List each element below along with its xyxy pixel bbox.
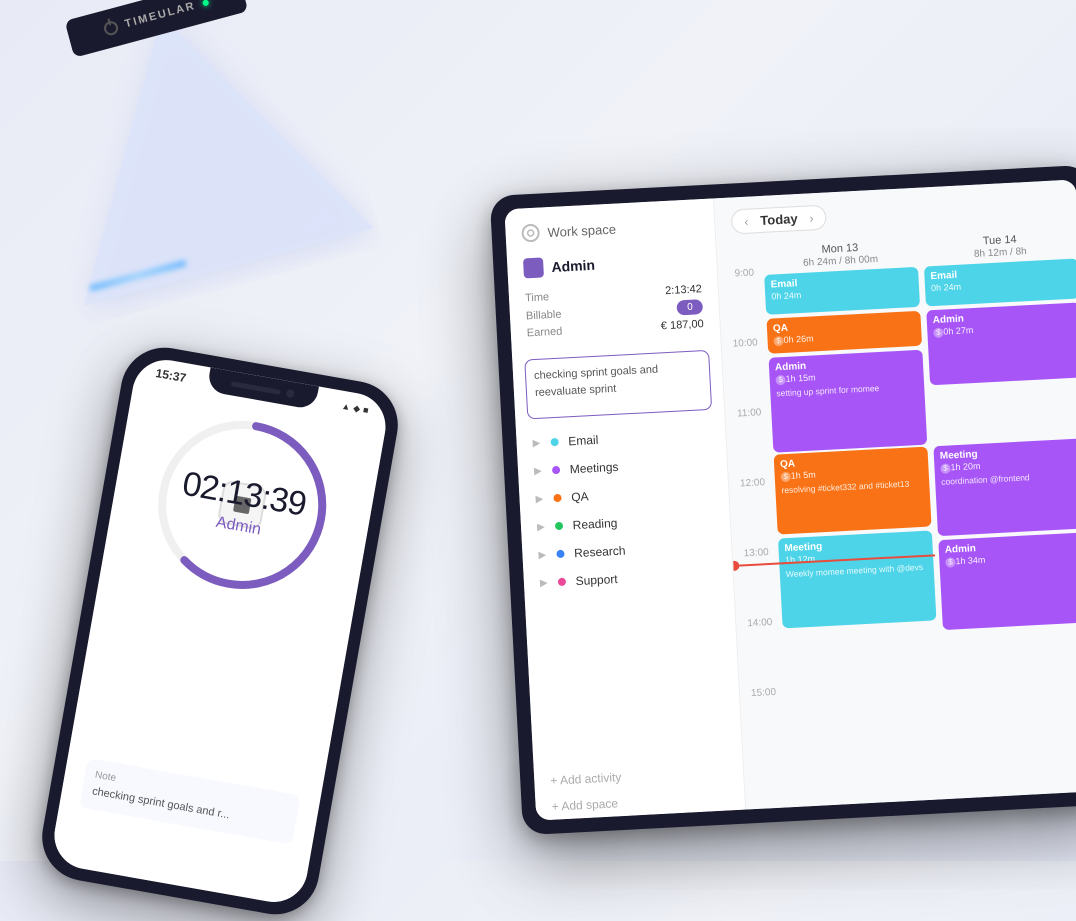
play-icon: ▶	[535, 493, 543, 504]
event-block-admin2-tue[interactable]: Admin$ 1h 34m	[938, 532, 1076, 630]
play-icon: ▶	[537, 521, 545, 532]
activity-name: Reading	[572, 516, 617, 532]
workspace-icon	[521, 224, 540, 243]
play-icon: ▶	[532, 437, 540, 448]
time-value: 2:13:42	[665, 283, 702, 297]
activity-name: Meetings	[569, 460, 618, 477]
notes-textarea[interactable]: checking sprint goals and reevaluate spr…	[524, 350, 712, 420]
phone-time: 15:37	[155, 366, 188, 385]
time-label: 11:00	[725, 407, 773, 479]
time-label: 15:00	[740, 686, 788, 758]
time-label: Time	[525, 291, 550, 304]
phone: 15:37 ▲◆■ 02:13:39	[35, 341, 405, 921]
activity-color-dot	[555, 522, 563, 530]
activity-list: ▶ Email ▶ Meetings ▶ QA ▶ Reading ▶ Rese…	[516, 419, 742, 768]
play-icon: ▶	[538, 549, 546, 560]
play-icon: ▶	[540, 577, 548, 588]
billable-toggle[interactable]: 0	[677, 299, 703, 315]
activity-name: Support	[575, 572, 618, 588]
event-block-email-mon[interactable]: Email0h 24m	[764, 267, 920, 315]
event-block-admin-tue[interactable]: Admin$ 0h 27m	[926, 302, 1076, 385]
event-block-email-tue[interactable]: Email0h 24m	[924, 258, 1076, 306]
activity-color-dot	[553, 494, 561, 502]
time-label: 13:00	[732, 547, 780, 619]
activity-color-dot	[556, 550, 564, 558]
time-label: 14:00	[736, 617, 784, 689]
brand-text: TIMEULAR	[124, 0, 197, 30]
event-block-qa-mon[interactable]: QA$ 0h 26m	[766, 311, 922, 354]
activity-name: QA	[571, 489, 589, 504]
event-block-meeting-mon[interactable]: Meeting1h 12mWeekly momee meeting with @…	[778, 530, 936, 628]
activity-color-dot	[552, 466, 560, 474]
day-events: Email0h 24mAdmin$ 0h 27m Meeting$ 1h 20mc…	[922, 258, 1076, 799]
day-columns: Mon 136h 24m / 8h 00m12:16Email0h 24mQA$…	[761, 228, 1076, 807]
phone-note-area: Note checking sprint goals and r...	[79, 758, 300, 845]
day-col-0: Mon 136h 24m / 8h 00m12:16Email0h 24mQA$…	[761, 237, 948, 807]
admin-label: Admin	[551, 257, 595, 275]
phone-circle-progress: 02:13:39 Admin	[126, 389, 358, 621]
timeular-device: TIMEULAR	[0, 0, 408, 348]
time-label: 10:00	[721, 337, 769, 409]
time-label: 12:00	[729, 477, 777, 549]
time-label: 9:00	[718, 267, 766, 339]
sidebar-stats: Time 2:13:42 Billable 0 Earned € 187,00	[508, 276, 720, 350]
activity-color-dot	[557, 578, 565, 586]
event-block-admin-mon[interactable]: Admin$ 1h 15msetting up sprint for momee	[769, 350, 928, 453]
earned-label: Earned	[527, 326, 563, 340]
prev-arrow[interactable]: ‹	[744, 214, 749, 228]
calendar-area: ‹ Today › 9:0010:0011:0012:0013:0014:001…	[714, 179, 1076, 809]
play-icon: ▶	[534, 465, 542, 476]
calendar-grid: 9:0010:0011:0012:0013:0014:0015:00 Mon 1…	[717, 228, 1076, 809]
day-col-1: Tue 148h 12m / 8hEmail0h 24mAdmin$ 0h 27…	[920, 228, 1076, 798]
workspace-label: Work space	[547, 221, 616, 240]
admin-avatar	[523, 257, 544, 278]
activity-name: Email	[568, 433, 599, 449]
event-block-qa2-mon[interactable]: QA$ 1h 5mresolving #ticket332 and #ticke…	[774, 447, 932, 535]
activity-name: Research	[574, 544, 626, 561]
earned-value: € 187,00	[661, 318, 704, 332]
activity-color-dot	[550, 438, 558, 446]
today-nav[interactable]: ‹ Today ›	[731, 205, 828, 235]
billable-label: Billable	[526, 308, 562, 322]
device-led	[202, 0, 209, 6]
event-block-meeting-tue[interactable]: Meeting$ 1h 20mcoordination @frontend	[933, 438, 1076, 536]
tablet: Work space Admin Time 2:13:42 Billable 0	[490, 165, 1076, 836]
day-events: 12:16Email0h 24mQA$ 0h 26mAdmin$ 1h 15ms…	[762, 267, 948, 808]
sidebar: Work space Admin Time 2:13:42 Billable 0	[504, 198, 746, 820]
next-arrow[interactable]: ›	[809, 211, 814, 225]
today-label: Today	[752, 211, 806, 229]
